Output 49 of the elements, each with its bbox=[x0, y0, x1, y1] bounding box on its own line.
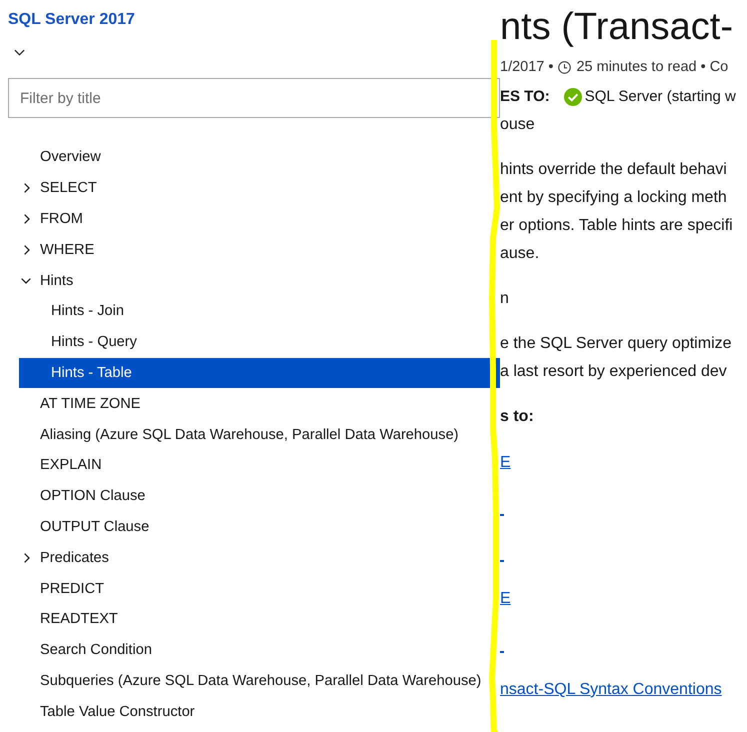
article-title: nts (Transact- bbox=[500, 5, 734, 50]
toc-item[interactable]: EXPLAIN bbox=[19, 450, 500, 481]
toc-item[interactable]: Predicates bbox=[19, 542, 500, 574]
article-date: 1/2017 • bbox=[500, 58, 554, 77]
toc-item[interactable]: Hints - Join bbox=[19, 296, 500, 327]
clock-icon bbox=[558, 60, 572, 74]
link-underline[interactable] bbox=[500, 560, 504, 562]
chevron-right-icon[interactable] bbox=[24, 183, 30, 194]
product-text: ouse bbox=[500, 115, 536, 135]
toc-item[interactable]: Hints - Table bbox=[19, 358, 500, 388]
toc-item[interactable]: Hints - Query bbox=[19, 326, 500, 358]
link-underline[interactable] bbox=[500, 514, 504, 516]
applies-to-label: ES TO: bbox=[500, 87, 550, 107]
chevron-right-icon[interactable] bbox=[24, 244, 30, 255]
paragraph-line: ause. bbox=[500, 244, 540, 264]
article-link[interactable]: E bbox=[500, 449, 511, 477]
toc-item[interactable]: AT TIME ZONE bbox=[19, 388, 500, 420]
product-text: SQL Server (starting w bbox=[584, 87, 736, 107]
paragraph-line: a last resort by experienced dev bbox=[500, 362, 728, 382]
section-heading: n bbox=[500, 289, 510, 309]
article-link[interactable]: nsact-SQL Syntax Conventions bbox=[500, 676, 722, 704]
toc-item[interactable]: READTEXT bbox=[19, 604, 500, 635]
toc-item[interactable]: SELECT bbox=[19, 172, 500, 204]
chevron-down-icon[interactable] bbox=[21, 278, 31, 284]
chevron-down-icon[interactable] bbox=[14, 49, 25, 56]
chevron-right-icon[interactable] bbox=[24, 214, 30, 224]
toc-item[interactable]: Subqueries (Azure SQL Data Warehouse, Parallel Data Warehouse) bbox=[19, 666, 500, 696]
filter-field[interactable]: Filter by title bbox=[8, 78, 500, 118]
toc-item[interactable]: Table Value Constructor bbox=[19, 696, 500, 728]
paragraph-line: hints override the default behavi bbox=[500, 160, 728, 180]
toc-item[interactable]: Hints bbox=[19, 265, 500, 296]
toc-item[interactable]: OPTION Clause bbox=[19, 480, 500, 512]
check-circle-icon bbox=[564, 88, 582, 106]
chevron-right-icon[interactable] bbox=[24, 552, 30, 563]
article-link[interactable]: E bbox=[500, 585, 511, 614]
list-heading: s to: bbox=[500, 407, 535, 427]
toc-item[interactable]: WHERE bbox=[19, 234, 500, 266]
toc-item[interactable]: Aliasing (Azure SQL Data Warehouse, Parallel Data Warehouse) bbox=[19, 419, 500, 450]
toc-item[interactable]: PREDICT bbox=[19, 573, 500, 604]
read-time: 25 minutes to read • Co bbox=[576, 58, 728, 77]
toc-item[interactable]: Search Condition bbox=[19, 634, 500, 666]
toc-item[interactable]: Overview bbox=[19, 142, 500, 173]
toc-title[interactable]: SQL Server 2017 bbox=[8, 8, 135, 32]
link-underline[interactable] bbox=[500, 650, 504, 653]
toc-item[interactable]: FROM bbox=[19, 204, 500, 234]
paragraph-line: e the SQL Server query optimize bbox=[500, 334, 733, 354]
toc-item[interactable]: OUTPUT Clause bbox=[19, 512, 500, 542]
paragraph-line: ent by specifying a locking meth bbox=[500, 188, 728, 208]
paragraph-line: er options. Table hints are specifi bbox=[500, 216, 734, 236]
